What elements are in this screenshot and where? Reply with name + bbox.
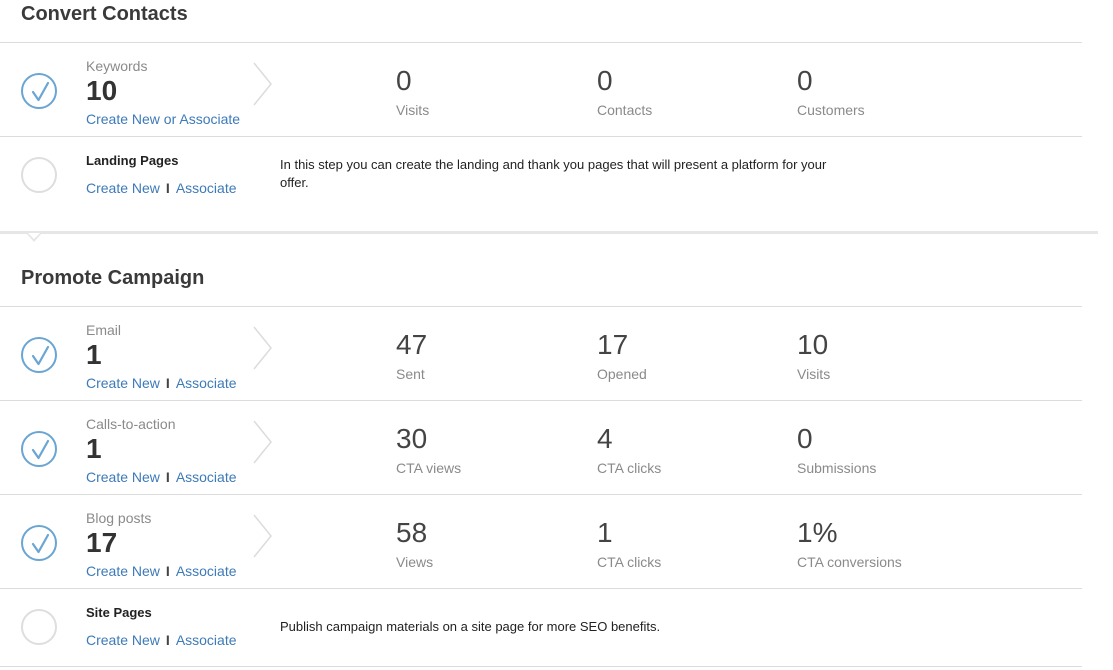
step-row-site-pages: Site Pages Create New I Associate Publish …: [0, 589, 1082, 667]
step-label: Calls-to-action: [86, 416, 176, 432]
metric-label: CTA conversions: [797, 554, 902, 570]
metric-label: Opened: [597, 366, 647, 382]
step-label: Landing Pages: [86, 153, 179, 168]
metric-value: 30: [396, 423, 428, 454]
metric-label: Customers: [797, 102, 865, 118]
chevron-right-icon: [253, 326, 272, 370]
associate-link[interactable]: Associate: [176, 469, 237, 485]
step-row-calls-to-action: Calls-to-action 1 Create New I Associate 3…: [0, 401, 1082, 495]
section-title-promote-campaign: Promote Campaign: [21, 267, 205, 289]
associate-link[interactable]: Associate: [176, 180, 237, 196]
step-label: Keywords: [86, 58, 148, 74]
link-separator: I: [165, 469, 170, 485]
step-description: Publish campaign materials on a site pag…: [280, 619, 661, 634]
associate-link[interactable]: Associate: [176, 563, 237, 579]
step-description: In this step you can create the landing …: [280, 157, 827, 190]
step-label: Email: [86, 322, 122, 338]
chevron-right-icon: [253, 514, 272, 558]
step-label: Blog posts: [86, 510, 152, 526]
section-title-convert-contacts: Convert Contacts: [21, 3, 188, 25]
metric-value: 0: [797, 423, 813, 454]
link-separator: I: [165, 375, 170, 391]
step-row-landing-pages: Landing Pages Create New I Associate In th…: [0, 137, 1082, 231]
create-new-link[interactable]: Create New: [86, 632, 160, 648]
step-count: 17: [86, 527, 118, 558]
metric-label: CTA clicks: [597, 554, 662, 570]
metric-label: CTA views: [396, 460, 462, 476]
check-circle-icon: [21, 525, 57, 561]
empty-circle-icon: [21, 157, 57, 193]
metric-label: Visits: [797, 366, 831, 382]
link-separator: I: [165, 180, 170, 196]
create-or-associate-link[interactable]: Create New or Associate: [86, 111, 240, 127]
step-row-keywords: Keywords 10 Create New or Associate 0 Vi…: [0, 43, 1082, 137]
empty-circle-icon: [21, 609, 57, 645]
check-circle-icon: [21, 337, 57, 373]
metric-label: Contacts: [597, 102, 653, 118]
create-new-link[interactable]: Create New: [86, 180, 160, 196]
metric-value: 0: [797, 65, 813, 96]
metric-value: 58: [396, 517, 428, 548]
chevron-right-icon: [253, 62, 272, 106]
link-separator: I: [165, 563, 170, 579]
create-new-link[interactable]: Create New: [86, 563, 160, 579]
metric-label: CTA clicks: [597, 460, 662, 476]
metric-label: Submissions: [797, 460, 877, 476]
metric-value: 0: [597, 65, 613, 96]
associate-link[interactable]: Associate: [176, 375, 237, 391]
metric-value: 0: [396, 65, 412, 96]
metric-value: 10: [797, 329, 829, 360]
metric-value: 1: [597, 517, 613, 548]
metric-label: Views: [396, 554, 434, 570]
step-row-email: Email 1 Create New I Associate 47 Sent 17 …: [0, 307, 1082, 401]
metric-value: 4: [597, 423, 613, 454]
create-new-link[interactable]: Create New: [86, 469, 160, 485]
create-new-link[interactable]: Create New: [86, 375, 160, 391]
step-row-blog-posts: Blog posts 17 Create New I Associate 58 Vi…: [0, 495, 1082, 589]
metric-value: 1%: [797, 517, 838, 548]
metric-value: 47: [396, 329, 428, 360]
step-count: 1: [86, 339, 102, 370]
section-separator: [0, 231, 1098, 234]
step-count: 1: [86, 433, 102, 464]
metric-label: Sent: [396, 366, 425, 382]
chevron-right-icon: [253, 420, 272, 464]
check-circle-icon: [21, 431, 57, 467]
associate-link[interactable]: Associate: [176, 632, 237, 648]
link-separator: I: [165, 632, 170, 648]
metric-label: Visits: [396, 102, 430, 118]
metric-value: 17: [597, 329, 629, 360]
check-circle-icon: [21, 73, 57, 109]
step-label: Site Pages: [86, 605, 152, 620]
divider: [0, 666, 1082, 667]
step-count: 10: [86, 75, 118, 106]
